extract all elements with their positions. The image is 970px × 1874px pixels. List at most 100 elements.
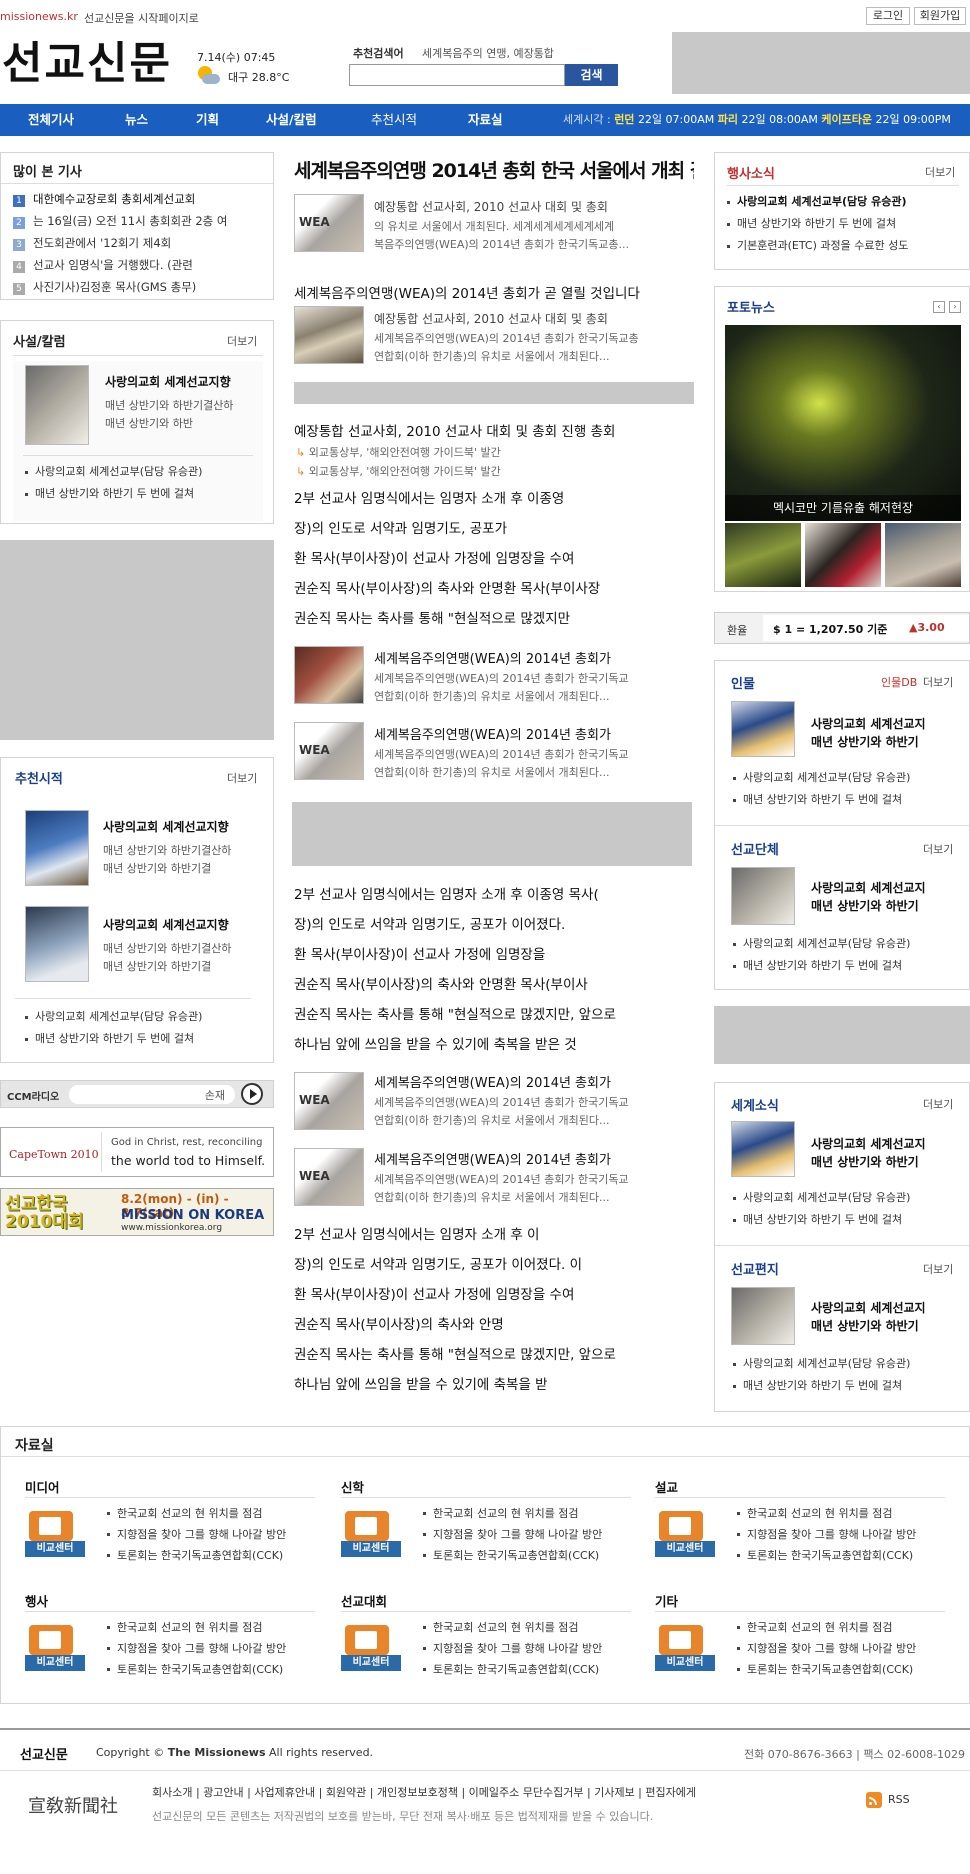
list-item[interactable]: 매년 상반기와 하반기 두 번에 걸쳐 xyxy=(23,483,259,505)
list-item[interactable]: 매년 상반기와 하반기 두 번에 걸쳐 xyxy=(23,1028,259,1050)
search-keywords[interactable]: 세계복음주의 연맹, 예장통합 xyxy=(422,45,554,61)
people-feature-title[interactable]: 사랑의교회 세계선교지 xyxy=(811,715,926,732)
footer-link[interactable]: 회원약관 xyxy=(326,1786,366,1799)
site-logo[interactable]: 선교신문 xyxy=(2,36,172,92)
second-title[interactable]: 예장통합 선교사회, 2010 선교사 대회 및 총회 xyxy=(374,310,694,327)
list-item[interactable]: 한국교회 선교의 현 위치를 점검 xyxy=(105,1503,325,1524)
list-item[interactable]: 매년 상반기와 하반기 두 번에 걸쳐 xyxy=(731,1375,963,1397)
news-title[interactable]: 세계복음주의연맹(WEA)의 2014년 총회가 xyxy=(374,648,694,667)
editorial-feature-title[interactable]: 사랑의교회 세계선교지향 xyxy=(105,373,231,390)
right-ad-banner[interactable] xyxy=(714,1006,970,1064)
popular-item[interactable]: 4 선교사 임명식'을 거행했다. (관련 xyxy=(13,257,269,279)
events-more-link[interactable]: 더보기 xyxy=(925,164,955,180)
prev-arrow-icon[interactable]: ‹ xyxy=(933,301,945,313)
list-item[interactable]: 사랑의교회 세계선교부(담당 유승관) xyxy=(731,767,963,789)
news-photo[interactable]: WEA xyxy=(294,722,364,780)
capetown-banner[interactable]: CapeTown 2010 God in Christ, rest, recon… xyxy=(0,1127,274,1177)
mission-korea-banner[interactable]: 선교한국 2010대회 8.2(mon) - (in) - 8.7(sat) M… xyxy=(0,1188,274,1236)
rss-link[interactable]: RSS xyxy=(888,1793,910,1806)
lead-photo[interactable]: WEA xyxy=(294,194,364,252)
list-item[interactable]: 한국교회 선교의 현 위치를 점검 xyxy=(421,1617,641,1638)
popular-item[interactable]: 2는 16일(금) 오전 11시 총회회관 2층 여 xyxy=(13,213,269,235)
book-cover[interactable] xyxy=(25,810,89,886)
list-item[interactable]: 매년 상반기와 하반기 두 번에 걸쳐 xyxy=(725,213,961,235)
library-section-title[interactable]: 선교대회 xyxy=(341,1591,387,1610)
footer-link[interactable]: 개인정보보호정책 xyxy=(377,1786,458,1799)
popular-item[interactable]: 5 사진기사)김정훈 목사(GMS 총무) xyxy=(13,279,269,301)
footer-link[interactable]: 광고안내 xyxy=(203,1786,243,1799)
library-section-title[interactable]: 미디어 xyxy=(25,1477,60,1496)
list-item[interactable]: 매년 상반기와 하반기 두 번에 걸쳐 xyxy=(731,1209,963,1231)
compare-center-icon[interactable]: 비교센터 xyxy=(655,1507,715,1559)
list-item[interactable]: 한국교회 선교의 현 위치를 점검 xyxy=(735,1503,955,1524)
main-headline[interactable]: 세계복음주의연맹 2014년 총회 한국 서울에서 개최 결정 xyxy=(294,156,694,183)
compare-center-icon[interactable]: 비교센터 xyxy=(25,1621,85,1673)
list-item[interactable]: 사랑의교회 세계선교부(담당 유승관) xyxy=(731,1187,963,1209)
photo-thumb[interactable] xyxy=(885,523,961,587)
list-item[interactable]: 지향점을 찾아 그를 향해 나아갈 방안 xyxy=(735,1638,955,1659)
news-title[interactable]: 세계복음주의연맹(WEA)의 2014년 총회가 xyxy=(374,1072,694,1091)
letters-more-link[interactable]: 더보기 xyxy=(923,1261,953,1277)
lead-title[interactable]: 예장통합 선교사회, 2010 선교사 대회 및 총회 xyxy=(374,198,694,215)
book-cover[interactable] xyxy=(25,906,89,982)
letters-feature-title[interactable]: 사랑의교회 세계선교지 xyxy=(811,1299,926,1316)
login-button[interactable]: 로그인 xyxy=(866,7,910,25)
news-photo[interactable]: WEA xyxy=(294,1072,364,1130)
photo-news-main[interactable] xyxy=(725,325,961,521)
recommended-entry-title[interactable]: 사랑의교회 세계선교지향 xyxy=(103,916,229,933)
search-button[interactable]: 검색 xyxy=(565,64,618,86)
header-ad-banner[interactable] xyxy=(672,32,970,94)
site-url-link[interactable]: missionews.kr xyxy=(0,10,78,23)
compare-center-icon[interactable]: 비교센터 xyxy=(341,1507,401,1559)
list-item[interactable]: 지향점을 찾아 그를 향해 나아갈 방안 xyxy=(105,1638,325,1659)
list-item[interactable]: 사랑의교회 세계선교부(담당 유승관) xyxy=(23,1006,259,1028)
letters-photo[interactable] xyxy=(731,1287,795,1345)
news-photo[interactable] xyxy=(294,646,364,704)
people-more-link[interactable]: 더보기 xyxy=(923,674,953,690)
news-title[interactable]: 세계복음주의연맹(WEA)의 2014년 총회가 xyxy=(374,724,694,743)
set-homepage-link[interactable]: 선교신문을 시작페이지로 xyxy=(84,10,199,26)
editorial-photo[interactable] xyxy=(25,365,89,445)
list-item[interactable]: 지향점을 찾아 그를 향해 나아갈 방안 xyxy=(735,1524,955,1545)
nav-planning[interactable]: 기획 xyxy=(196,104,219,136)
news-title[interactable]: 세계복음주의연맹(WEA)의 2014년 총회가 xyxy=(374,1149,694,1168)
list-item[interactable]: 토론회는 한국기독교총연합회(CCK) xyxy=(105,1659,325,1680)
library-section-title[interactable]: 행사 xyxy=(25,1591,48,1610)
groups-feature-title[interactable]: 사랑의교회 세계선교지 xyxy=(811,879,926,896)
list-item[interactable]: 한국교회 선교의 현 위치를 점검 xyxy=(735,1617,955,1638)
recommended-entry-title[interactable]: 사랑의교회 세계선교지향 xyxy=(103,818,229,835)
list-item[interactable]: 지향점을 찾아 그를 향해 나아갈 방안 xyxy=(421,1638,641,1659)
groups-more-link[interactable]: 더보기 xyxy=(923,841,953,857)
list-item[interactable]: 지향점을 찾아 그를 향해 나아갈 방안 xyxy=(421,1524,641,1545)
list-item[interactable]: 토론회는 한국기독교총연합회(CCK) xyxy=(421,1659,641,1680)
center-ad-banner-2[interactable] xyxy=(292,802,692,866)
list-item[interactable]: 기본훈련과(ETC) 과정을 수료한 성도 xyxy=(725,235,961,257)
join-button[interactable]: 회원가입 xyxy=(914,7,966,25)
article-paragraph[interactable]: 2부 선교사 임명식에서는 임명자 소개 후 이종영 장)의 인도로 서약과 임명… xyxy=(294,484,694,634)
list-item[interactable]: 매년 상반기와 하반기 두 번에 걸쳐 xyxy=(731,789,963,811)
photo-thumb[interactable] xyxy=(805,523,881,587)
radio-play-button[interactable] xyxy=(241,1083,263,1105)
third-headline[interactable]: 예장통합 선교사회, 2010 선교사 대회 및 총회 진행 총회 xyxy=(294,420,694,440)
list-item[interactable]: 토론회는 한국기독교총연합회(CCK) xyxy=(735,1545,955,1566)
nav-poetry[interactable]: 추천시적 xyxy=(371,104,417,136)
footer-link[interactable]: 사업제휴안내 xyxy=(254,1786,315,1799)
people-db-link[interactable]: 인물DB xyxy=(881,674,917,690)
next-arrow-icon[interactable]: › xyxy=(949,301,961,313)
article-paragraph[interactable]: 2부 선교사 임명식에서는 임명자 소개 후 이 장)의 인도로 서약과 임명기도… xyxy=(294,1220,694,1400)
popular-item[interactable]: 3 전도회관에서 '12회기 제4회 xyxy=(13,235,269,257)
library-section-title[interactable]: 설교 xyxy=(655,1477,678,1496)
photo-thumb[interactable] xyxy=(725,523,801,587)
world-photo[interactable] xyxy=(731,1121,795,1177)
rss-icon[interactable] xyxy=(866,1792,882,1808)
footer-link[interactable]: 이메일주소 무단수집거부 xyxy=(469,1786,584,1799)
list-item[interactable]: 한국교회 선교의 현 위치를 점검 xyxy=(421,1503,641,1524)
popular-item[interactable]: 1 대한예수교장로회 총회세계선교회 xyxy=(13,191,269,213)
editorial-more-link[interactable]: 더보기 xyxy=(227,333,257,349)
footer-link[interactable]: 회사소개 xyxy=(152,1786,192,1799)
list-item[interactable]: 매년 상반기와 하반기 두 번에 걸쳐 xyxy=(731,955,963,977)
people-photo[interactable] xyxy=(731,701,795,757)
nav-editorial[interactable]: 사설/칼럼 xyxy=(266,104,317,136)
list-item[interactable]: 토론회는 한국기독교총연합회(CCK) xyxy=(735,1659,955,1680)
compare-center-icon[interactable]: 비교센터 xyxy=(25,1507,85,1559)
